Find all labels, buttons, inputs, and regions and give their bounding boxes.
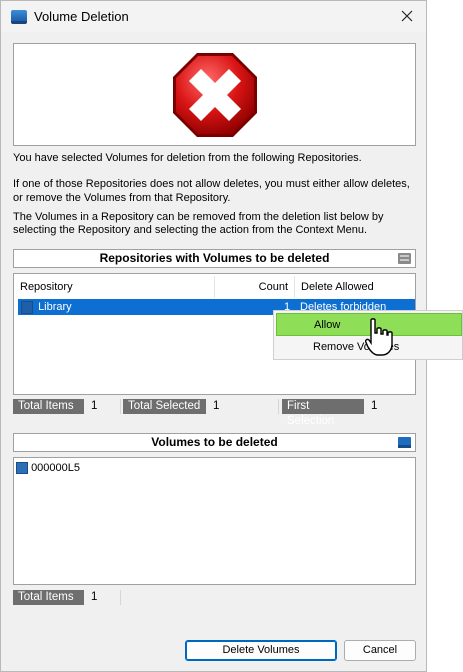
cancel-button[interactable]: Cancel	[344, 640, 416, 661]
volume-item[interactable]: 000000L5	[16, 461, 80, 476]
column-count[interactable]: Count	[215, 276, 295, 298]
total-items-label: Total Items	[13, 399, 84, 414]
total-items-value: 1	[91, 400, 98, 412]
delete-volumes-button[interactable]: Delete Volumes	[185, 640, 337, 661]
repository-name: Library	[38, 301, 72, 313]
repositories-header: Repositories with Volumes to be deleted	[13, 249, 416, 268]
error-stop-icon	[172, 52, 257, 137]
close-button[interactable]	[394, 4, 420, 28]
volume-label: 000000L5	[31, 462, 81, 474]
repositories-header-title: Repositories with Volumes to be deleted	[99, 251, 330, 265]
repositories-status-bar: Total Items 1 Total Selected 1 First Sel…	[13, 399, 418, 427]
tape-library-icon	[11, 9, 27, 24]
column-repository[interactable]: Repository	[14, 276, 215, 298]
column-delete-allowed[interactable]: Delete Allowed	[295, 276, 415, 298]
info-line-2b: or remove the Volumes from that Reposito…	[13, 192, 231, 204]
volumes-total-items-label: Total Items	[13, 590, 84, 605]
info-line-3a: The Volumes in a Repository can be remov…	[13, 211, 384, 223]
title-bar: Volume Deletion	[1, 1, 426, 32]
first-selection-label: First Selection	[282, 399, 364, 427]
hand-cursor-icon	[365, 318, 393, 356]
info-line-3b: selecting the Repository and selecting t…	[13, 224, 368, 236]
tape-library-icon	[398, 253, 411, 264]
error-banner	[13, 43, 416, 146]
window-title: Volume Deletion	[34, 9, 129, 24]
total-selected-value: 1	[213, 400, 220, 412]
volumes-header-title: Volumes to be deleted	[151, 435, 278, 449]
info-line-2a: If one of those Repositories does not al…	[13, 178, 410, 190]
volumes-header: Volumes to be deleted	[13, 433, 416, 452]
repository-icon	[21, 300, 33, 314]
volumes-status-bar: Total Items 1	[13, 590, 418, 606]
volume-icon	[398, 437, 411, 448]
volumes-list[interactable]: 000000L5	[13, 457, 416, 585]
volumes-total-items-value: 1	[91, 591, 98, 603]
info-line-1: You have selected Volumes for deletion f…	[13, 152, 362, 164]
first-selection-value: 1	[371, 400, 378, 412]
total-selected-label: Total Selected	[123, 399, 206, 414]
volume-icon	[16, 462, 28, 475]
close-icon	[401, 10, 413, 22]
